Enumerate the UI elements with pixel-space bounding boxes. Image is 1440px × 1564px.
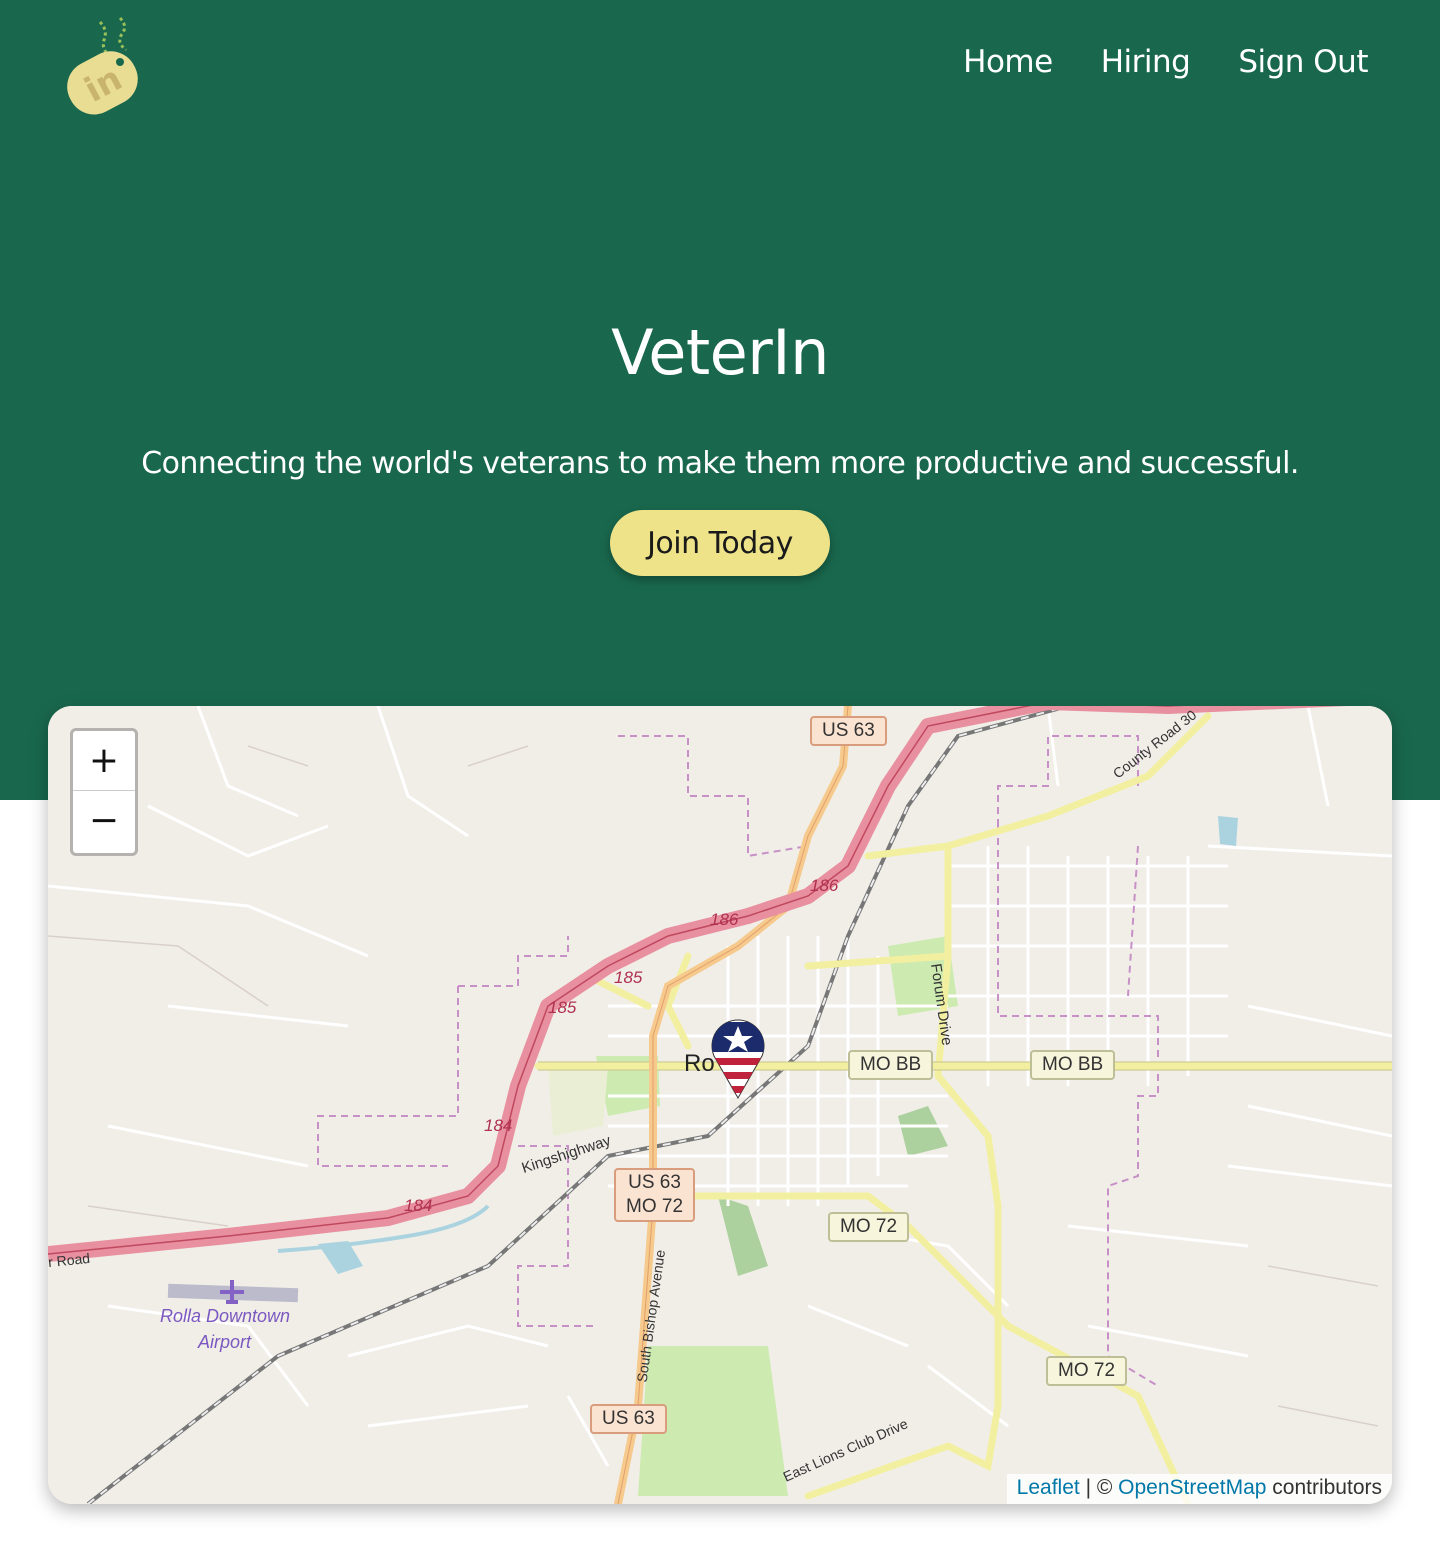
attribution-suffix: contributors <box>1266 1476 1382 1499</box>
route-shield-us63-south: US 63 <box>590 1404 667 1434</box>
zoom-out-button[interactable]: − <box>73 791 135 851</box>
airport-label-line2: Airport <box>198 1332 252 1352</box>
route-shield-mo72-center: MO 72 <box>828 1212 910 1242</box>
exit-label-185b: 185 <box>548 998 577 1017</box>
main-nav: Home Hiring Sign Out <box>963 44 1368 80</box>
map-attribution: Leaflet | © OpenStreetMap contributors <box>1006 1474 1392 1504</box>
leaflet-link[interactable]: Leaflet <box>1017 1476 1080 1499</box>
map-tiles <box>48 706 1392 1504</box>
page-title: VeterIn <box>611 316 829 389</box>
hero-tagline: Connecting the world's veterans to make … <box>141 446 1299 481</box>
join-today-button[interactable]: Join Today <box>610 510 830 576</box>
hero-section: in Home Hiring Sign Out VeterIn Connecti… <box>0 0 1440 800</box>
nav-home-link[interactable]: Home <box>963 44 1053 80</box>
route-shield-mobb-center: MO BB <box>848 1050 934 1080</box>
nav-hiring-link[interactable]: Hiring <box>1101 44 1191 80</box>
zoom-in-button[interactable]: + <box>73 731 135 791</box>
nav-sign-out-link[interactable]: Sign Out <box>1238 44 1368 80</box>
exit-label-184b: 184 <box>404 1196 433 1215</box>
route-shield-us63-north: US 63 <box>810 716 887 746</box>
city-label: Ro <box>684 1050 715 1077</box>
route-shield-mo72-southeast: MO 72 <box>1046 1356 1128 1386</box>
route-shield-mobb-east: MO BB <box>1030 1050 1116 1080</box>
exit-label-185a: 185 <box>614 968 643 987</box>
attribution-separator: | © <box>1079 1476 1119 1499</box>
location-map[interactable]: US 63 MO BB MO BB US 63 MO 72 MO 72 MO 7… <box>48 706 1392 1504</box>
dog-tag-logo-icon[interactable]: in <box>58 12 150 116</box>
airport-label-line1: Rolla Downtown <box>160 1306 291 1326</box>
exit-label-184a: 184 <box>484 1116 513 1135</box>
zoom-control: + − <box>70 728 138 856</box>
openstreetmap-link[interactable]: OpenStreetMap <box>1118 1476 1266 1499</box>
route-shield-us63-mo72: US 63 MO 72 <box>614 1168 696 1222</box>
exit-label-186b: 186 <box>710 910 739 929</box>
exit-label-186a: 186 <box>810 876 839 895</box>
